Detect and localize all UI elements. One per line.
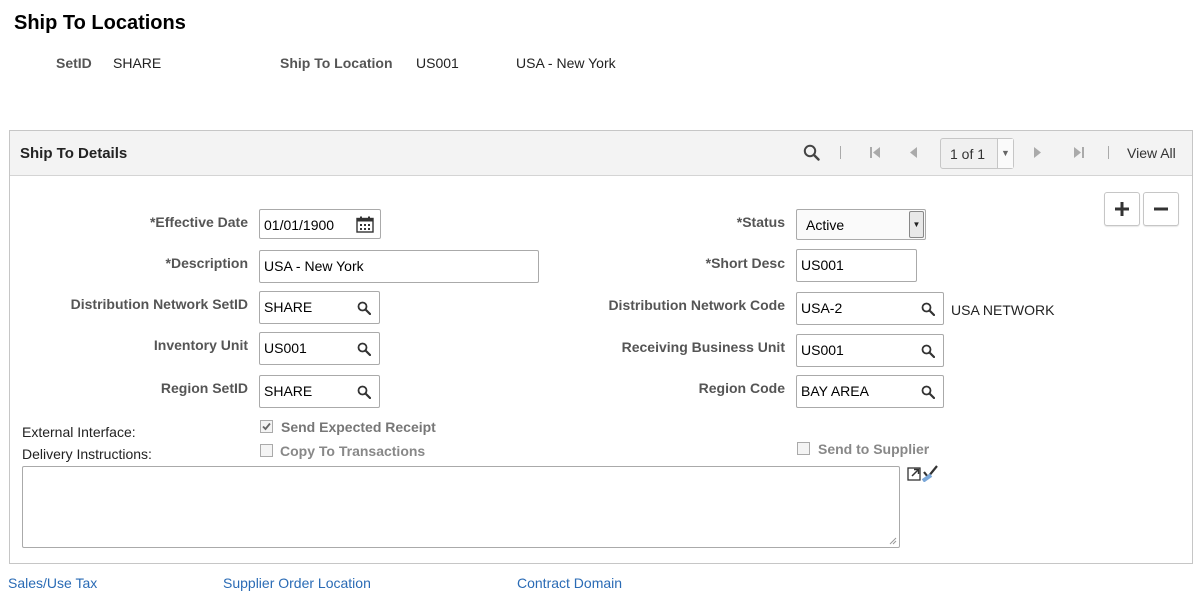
- delete-row-button[interactable]: [1143, 192, 1179, 226]
- add-row-button[interactable]: [1104, 192, 1140, 226]
- lookup-search-icon[interactable]: [921, 385, 936, 400]
- distribution-network-desc: USA NETWORK: [951, 302, 1055, 318]
- external-interface-label: External Interface:: [22, 424, 136, 440]
- send-expected-receipt-checkbox[interactable]: [260, 420, 273, 433]
- receiving-business-unit-label: Receiving Business Unit: [621, 339, 785, 355]
- page-title: Ship To Locations: [14, 12, 186, 34]
- chevron-down-icon[interactable]: ▼: [997, 139, 1013, 168]
- calendar-icon[interactable]: [356, 216, 374, 233]
- contract-domain-link[interactable]: Contract Domain: [517, 575, 622, 591]
- page-selector-text: 1 of 1: [950, 146, 986, 162]
- receiving-business-unit-value: US001: [801, 342, 844, 358]
- region-setid-input[interactable]: SHARE: [259, 375, 380, 408]
- send-to-supplier-checkbox[interactable]: [797, 442, 810, 455]
- status-label: *Status: [736, 214, 785, 230]
- resize-grip-icon[interactable]: [889, 537, 897, 545]
- effective-date-input[interactable]: 01/01/1900: [259, 209, 381, 239]
- previous-page-icon[interactable]: [909, 146, 918, 162]
- minus-icon: [1154, 207, 1168, 211]
- description-label: *Description: [165, 255, 248, 271]
- distribution-network-code-input[interactable]: USA-2: [796, 292, 944, 325]
- checkmark-icon: [262, 422, 271, 431]
- short-desc-label: *Short Desc: [705, 255, 785, 271]
- distribution-network-code-label: Distribution Network Code: [608, 297, 785, 313]
- distribution-network-setid-label: Distribution Network SetID: [70, 296, 248, 312]
- region-code-value: BAY AREA: [801, 383, 869, 399]
- last-page-icon[interactable]: [1073, 146, 1085, 162]
- ship-to-location-label: Ship To Location: [280, 55, 393, 71]
- effective-date-value: 01/01/1900: [264, 217, 335, 233]
- setid-value: SHARE: [113, 55, 162, 71]
- region-setid-label: Region SetID: [160, 380, 248, 396]
- panel-title: Ship To Details: [20, 145, 128, 162]
- copy-to-transactions-label: Copy To Transactions: [280, 443, 426, 459]
- region-setid-value: SHARE: [264, 383, 313, 399]
- search-icon[interactable]: [803, 144, 820, 164]
- ship-to-location-desc: USA - New York: [516, 55, 616, 71]
- view-all-link[interactable]: View All: [1127, 145, 1176, 161]
- distribution-network-setid-input[interactable]: SHARE: [259, 291, 380, 324]
- status-select[interactable]: Active ▼: [796, 209, 926, 240]
- first-page-icon[interactable]: [869, 146, 881, 162]
- ship-to-location-value: US001: [416, 55, 459, 71]
- chevron-down-icon[interactable]: ▼: [909, 211, 924, 238]
- send-to-supplier-label: Send to Supplier: [818, 441, 930, 457]
- distribution-network-code-value: USA-2: [801, 300, 843, 316]
- expand-spellcheck-icon[interactable]: [907, 464, 941, 485]
- page-selector[interactable]: 1 of 1 ▼: [940, 138, 1014, 169]
- region-code-input[interactable]: BAY AREA: [796, 375, 944, 408]
- inventory-unit-input[interactable]: US001: [259, 332, 380, 365]
- copy-to-transactions-checkbox[interactable]: [260, 444, 273, 457]
- inventory-unit-label: Inventory Unit: [153, 337, 248, 353]
- lookup-search-icon[interactable]: [357, 342, 372, 357]
- short-desc-input[interactable]: US001: [796, 249, 917, 282]
- region-code-label: Region Code: [698, 380, 785, 396]
- lookup-search-icon[interactable]: [921, 302, 936, 317]
- receiving-business-unit-input[interactable]: US001: [796, 334, 944, 367]
- delivery-instructions-label: Delivery Instructions:: [22, 446, 152, 462]
- status-value: Active: [806, 217, 845, 233]
- setid-label: SetID: [56, 55, 92, 71]
- inventory-unit-value: US001: [264, 340, 307, 356]
- next-page-icon[interactable]: [1033, 146, 1042, 162]
- lookup-search-icon[interactable]: [357, 385, 372, 400]
- description-input[interactable]: USA - New York: [259, 250, 539, 283]
- distribution-network-setid-value: SHARE: [264, 299, 313, 315]
- lookup-search-icon[interactable]: [357, 301, 372, 316]
- description-value: USA - New York: [264, 258, 364, 274]
- short-desc-value: US001: [801, 257, 844, 273]
- send-expected-receipt-label: Send Expected Receipt: [281, 419, 436, 435]
- nav-separator: [840, 146, 841, 159]
- panel-header: Ship To Details 1 of 1 ▼ View All: [10, 131, 1192, 176]
- sales-use-tax-link[interactable]: Sales/Use Tax: [8, 575, 97, 591]
- lookup-search-icon[interactable]: [921, 344, 936, 359]
- effective-date-label: *Effective Date: [149, 214, 248, 230]
- nav-separator: [1108, 146, 1109, 159]
- plus-icon: [1115, 202, 1129, 216]
- supplier-order-location-link[interactable]: Supplier Order Location: [223, 575, 371, 591]
- delivery-instructions-textarea[interactable]: [22, 466, 900, 548]
